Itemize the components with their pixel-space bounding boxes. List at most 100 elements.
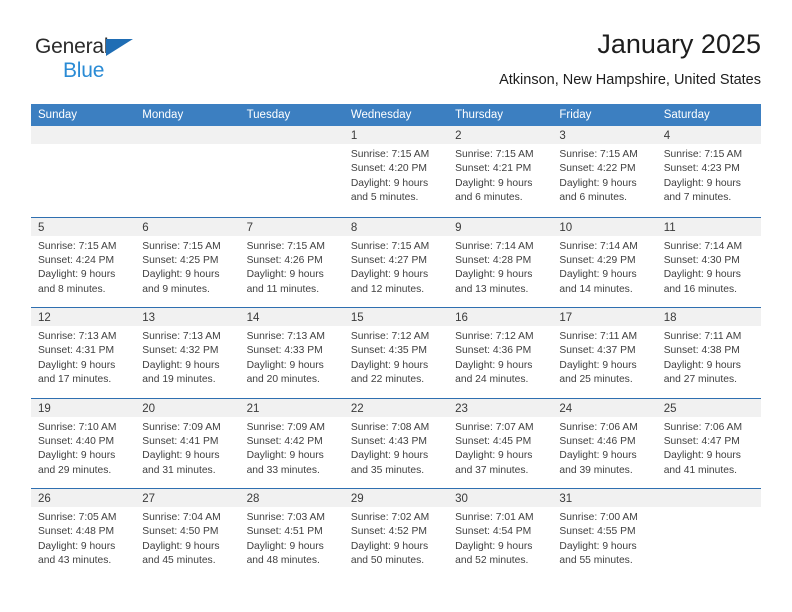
daylight-line-cont: and 27 minutes. — [663, 374, 737, 386]
day-cell-empty — [31, 126, 136, 217]
day-cell[interactable]: 31 Sunrise: 7:00 AM Sunset: 4:55 PM Dayligh… — [552, 489, 657, 579]
sunrise-line: Sunrise: 7:13 AM — [246, 331, 325, 342]
sunrise-line: Sunrise: 7:03 AM — [246, 512, 325, 523]
day-cell-empty — [656, 489, 761, 579]
daylight-line: Daylight: 9 hours — [246, 540, 324, 552]
day-cell[interactable]: 30 Sunrise: 7:01 AM Sunset: 4:54 PM Dayligh… — [448, 489, 553, 579]
day-details: Sunrise: 7:06 AM Sunset: 4:46 PM Daylight:… — [552, 417, 656, 479]
day-details: Sunrise: 7:15 AM Sunset: 4:20 PM Daylight:… — [344, 144, 448, 206]
day-number-band — [656, 489, 761, 507]
day-cell[interactable]: 26 Sunrise: 7:05 AM Sunset: 4:48 PM Dayligh… — [31, 489, 136, 579]
day-cell[interactable]: 2 Sunrise: 7:15 AM Sunset: 4:21 PM Daylight… — [448, 126, 553, 217]
daylight-line: Daylight: 9 hours — [142, 359, 220, 371]
daylight-line-cont: and 11 minutes. — [246, 283, 320, 295]
daylight-line-cont: and 43 minutes. — [38, 555, 112, 567]
day-details: Sunrise: 7:12 AM Sunset: 4:36 PM Daylight:… — [448, 326, 552, 388]
day-cell[interactable]: 22 Sunrise: 7:08 AM Sunset: 4:43 PM Dayligh… — [343, 398, 449, 488]
day-number: 7 — [246, 221, 253, 234]
day-cell[interactable]: 23 Sunrise: 7:07 AM Sunset: 4:45 PM Dayligh… — [448, 398, 553, 488]
day-cell[interactable]: 24 Sunrise: 7:06 AM Sunset: 4:46 PM Dayligh… — [552, 398, 657, 488]
sunrise-line: Sunrise: 7:15 AM — [663, 149, 743, 160]
sunrise-line: Sunrise: 7:00 AM — [559, 512, 638, 523]
day-number: 9 — [455, 221, 462, 234]
day-details: Sunrise: 7:07 AM Sunset: 4:45 PM Daylight:… — [448, 417, 552, 479]
day-cell[interactable]: 8 Sunrise: 7:15 AM Sunset: 4:27 PM Daylight… — [343, 217, 449, 307]
weekday-header-friday: Friday — [559, 109, 592, 121]
day-number-band: 18 — [656, 308, 761, 326]
day-cell[interactable]: 20 Sunrise: 7:09 AM Sunset: 4:41 PM Dayligh… — [135, 398, 240, 488]
day-number: 22 — [350, 402, 364, 415]
day-cell-empty — [239, 126, 344, 217]
day-cell[interactable]: 9 Sunrise: 7:14 AM Sunset: 4:28 PM Daylight… — [448, 217, 553, 307]
day-details: Sunrise: 7:15 AM Sunset: 4:26 PM Daylight:… — [240, 236, 344, 298]
day-cell[interactable]: 12 Sunrise: 7:13 AM Sunset: 4:31 PM Dayligh… — [31, 308, 136, 398]
day-details: Sunrise: 7:11 AM Sunset: 4:37 PM Daylight:… — [552, 326, 656, 388]
page-subtitle: Atkinson, New Hampshire, United States — [499, 72, 761, 88]
day-number-band: 16 — [448, 308, 553, 326]
day-number: 8 — [350, 221, 358, 234]
daylight-line: Daylight: 9 hours — [455, 269, 533, 281]
day-details: Sunrise: 7:00 AM Sunset: 4:55 PM Daylight:… — [552, 507, 656, 569]
day-cell[interactable]: 14 Sunrise: 7:13 AM Sunset: 4:33 PM Dayligh… — [239, 308, 344, 398]
day-number: 17 — [559, 312, 573, 324]
daylight-line: Daylight: 9 hours — [455, 177, 533, 189]
general-blue-logo[interactable]: General Blue — [35, 36, 195, 88]
day-cell[interactable]: 5 Sunrise: 7:15 AM Sunset: 4:24 PM Daylight… — [31, 217, 136, 307]
day-number-band: 17 — [552, 308, 657, 326]
daylight-line: Daylight: 9 hours — [559, 269, 637, 281]
day-cell[interactable]: 13 Sunrise: 7:13 AM Sunset: 4:32 PM Dayligh… — [135, 308, 240, 398]
calendar-week-row: 19 Sunrise: 7:10 AM Sunset: 4:40 PM Dayligh… — [31, 397, 761, 488]
daylight-line-cont: and 14 minutes. — [559, 283, 633, 295]
day-details: Sunrise: 7:13 AM Sunset: 4:33 PM Daylight:… — [240, 326, 344, 388]
calendar-page: General Blue January 2025 Atkinson, New … — [0, 0, 792, 612]
day-cell[interactable]: 17 Sunrise: 7:11 AM Sunset: 4:37 PM Dayligh… — [552, 308, 657, 398]
day-cell[interactable]: 28 Sunrise: 7:03 AM Sunset: 4:51 PM Dayligh… — [239, 489, 344, 579]
daylight-line: Daylight: 9 hours — [663, 450, 741, 462]
day-cell[interactable]: 25 Sunrise: 7:06 AM Sunset: 4:47 PM Dayligh… — [656, 398, 761, 488]
day-details: Sunrise: 7:08 AM Sunset: 4:43 PM Daylight:… — [344, 417, 448, 479]
day-cell[interactable]: 11 Sunrise: 7:14 AM Sunset: 4:30 PM Dayligh… — [656, 217, 761, 307]
day-cell[interactable]: 4 Sunrise: 7:15 AM Sunset: 4:23 PM Daylight… — [656, 126, 761, 217]
sunrise-line: Sunrise: 7:11 AM — [663, 331, 742, 342]
sunset-line: Sunset: 4:32 PM — [142, 345, 219, 357]
day-cell[interactable]: 29 Sunrise: 7:02 AM Sunset: 4:52 PM Dayligh… — [343, 489, 449, 579]
day-number-band: 10 — [552, 217, 657, 236]
sunrise-line: Sunrise: 7:15 AM — [559, 149, 638, 160]
calendar-week-row: 26 Sunrise: 7:05 AM Sunset: 4:48 PM Dayligh… — [31, 488, 761, 579]
day-cell[interactable]: 10 Sunrise: 7:14 AM Sunset: 4:29 PM Dayligh… — [552, 217, 657, 307]
day-number-band: 14 — [239, 308, 344, 326]
day-number-band — [239, 126, 344, 144]
day-cell[interactable]: 16 Sunrise: 7:12 AM Sunset: 4:36 PM Dayligh… — [448, 308, 553, 398]
sunrise-line: Sunrise: 7:09 AM — [246, 421, 325, 433]
day-cell[interactable]: 15 Sunrise: 7:12 AM Sunset: 4:35 PM Dayligh… — [343, 308, 449, 398]
sunset-line: Sunset: 4:55 PM — [559, 526, 636, 538]
day-cell[interactable]: 19 Sunrise: 7:10 AM Sunset: 4:40 PM Dayligh… — [31, 398, 136, 488]
day-number-band: 20 — [135, 398, 240, 417]
daylight-line-cont: and 16 minutes. — [663, 283, 737, 295]
day-number: 29 — [350, 493, 364, 505]
sunset-line: Sunset: 4:51 PM — [246, 526, 323, 538]
day-number-band — [31, 126, 136, 144]
daylight-line: Daylight: 9 hours — [142, 540, 220, 552]
day-cell[interactable]: 1 Sunrise: 7:15 AM Sunset: 4:20 PM Daylight… — [343, 126, 449, 217]
day-cell[interactable]: 3 Sunrise: 7:15 AM Sunset: 4:22 PM Daylight… — [552, 126, 657, 217]
day-cell[interactable]: 27 Sunrise: 7:04 AM Sunset: 4:50 PM Dayligh… — [135, 489, 240, 579]
sunset-line: Sunset: 4:46 PM — [559, 435, 636, 447]
day-cell[interactable]: 7 Sunrise: 7:15 AM Sunset: 4:26 PM Daylight… — [239, 217, 344, 307]
day-details: Sunrise: 7:02 AM Sunset: 4:52 PM Daylight:… — [344, 507, 448, 569]
day-number: 24 — [559, 402, 573, 415]
sunset-line: Sunset: 4:33 PM — [246, 345, 323, 357]
day-number: 25 — [663, 402, 677, 415]
sunset-line: Sunset: 4:21 PM — [455, 163, 532, 175]
day-cell[interactable]: 6 Sunrise: 7:15 AM Sunset: 4:25 PM Daylight… — [135, 217, 240, 307]
daylight-line-cont: and 31 minutes. — [142, 464, 216, 476]
daylight-line-cont: and 33 minutes. — [246, 464, 320, 476]
sunset-line: Sunset: 4:27 PM — [350, 254, 427, 266]
day-number: 4 — [663, 130, 671, 142]
day-cell[interactable]: 18 Sunrise: 7:11 AM Sunset: 4:38 PM Dayligh… — [656, 308, 761, 398]
daylight-line-cont: and 17 minutes. — [38, 374, 112, 386]
daylight-line: Daylight: 9 hours — [350, 269, 429, 281]
day-cell[interactable]: 21 Sunrise: 7:09 AM Sunset: 4:42 PM Dayligh… — [239, 398, 344, 488]
daylight-line: Daylight: 9 hours — [350, 359, 429, 371]
day-details: Sunrise: 7:15 AM Sunset: 4:27 PM Daylight:… — [344, 236, 448, 298]
